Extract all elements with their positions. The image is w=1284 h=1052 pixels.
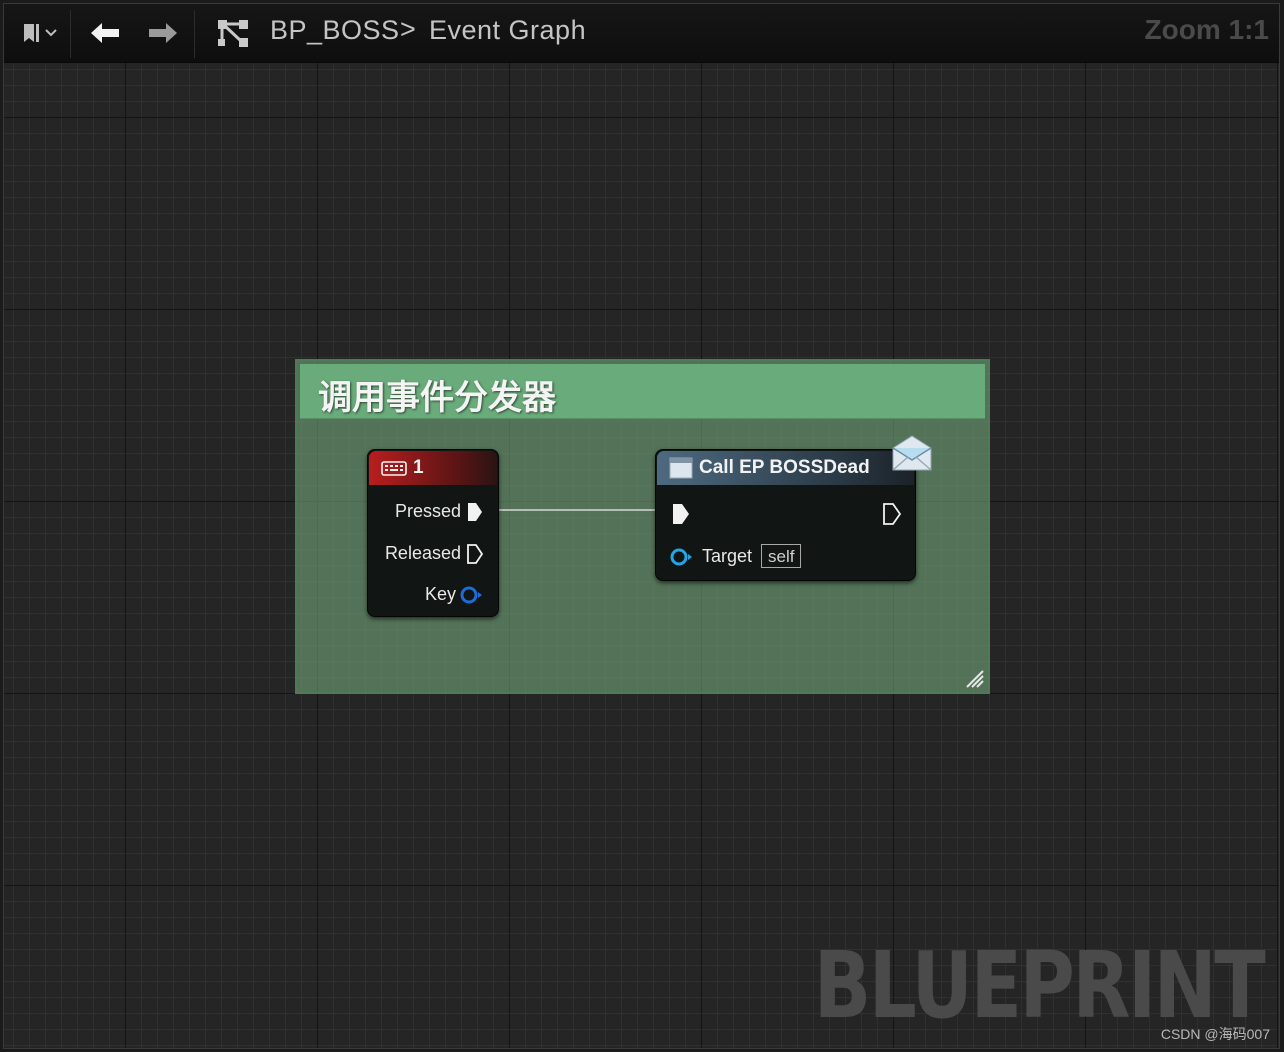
key-event-node[interactable]: 1 Pressed Released Key	[367, 449, 499, 617]
pressed-exec-pin-icon[interactable]	[466, 501, 484, 523]
blueprint-watermark: BLUEPRINT	[813, 932, 1265, 1039]
call-dispatcher-title: Call EP BOSSDead	[699, 457, 870, 478]
exec-in-pin-icon[interactable]	[670, 502, 692, 526]
released-pin-label: Released	[384, 543, 461, 563]
pressed-pin-label: Pressed	[394, 501, 461, 521]
released-exec-pin-icon[interactable]	[466, 543, 484, 565]
envelope-icon	[892, 435, 932, 471]
target-default-value[interactable]: self	[761, 544, 802, 568]
credit-text: CSDN @海码007	[1160, 1026, 1270, 1042]
keyboard-icon	[381, 461, 407, 476]
target-pin-label: Target	[702, 546, 753, 566]
target-object-pin-icon[interactable]	[670, 547, 696, 567]
graph-editor: BP_BOSS > Event Graph Zoom 1:1 调用事件分发器 1	[3, 3, 1280, 1049]
key-pin-label: Key	[424, 584, 456, 604]
key-struct-pin-icon[interactable]	[460, 585, 484, 605]
key-event-title: 1	[413, 457, 424, 478]
call-dispatcher-node[interactable]: Call EP BOSSDead Target self	[655, 449, 916, 581]
function-icon	[669, 457, 693, 479]
exec-wire[interactable]	[4, 4, 1280, 1049]
exec-out-pin-icon[interactable]	[881, 502, 903, 526]
key-event-header[interactable]: 1	[369, 451, 497, 485]
call-dispatcher-header[interactable]: Call EP BOSSDead	[657, 451, 914, 485]
